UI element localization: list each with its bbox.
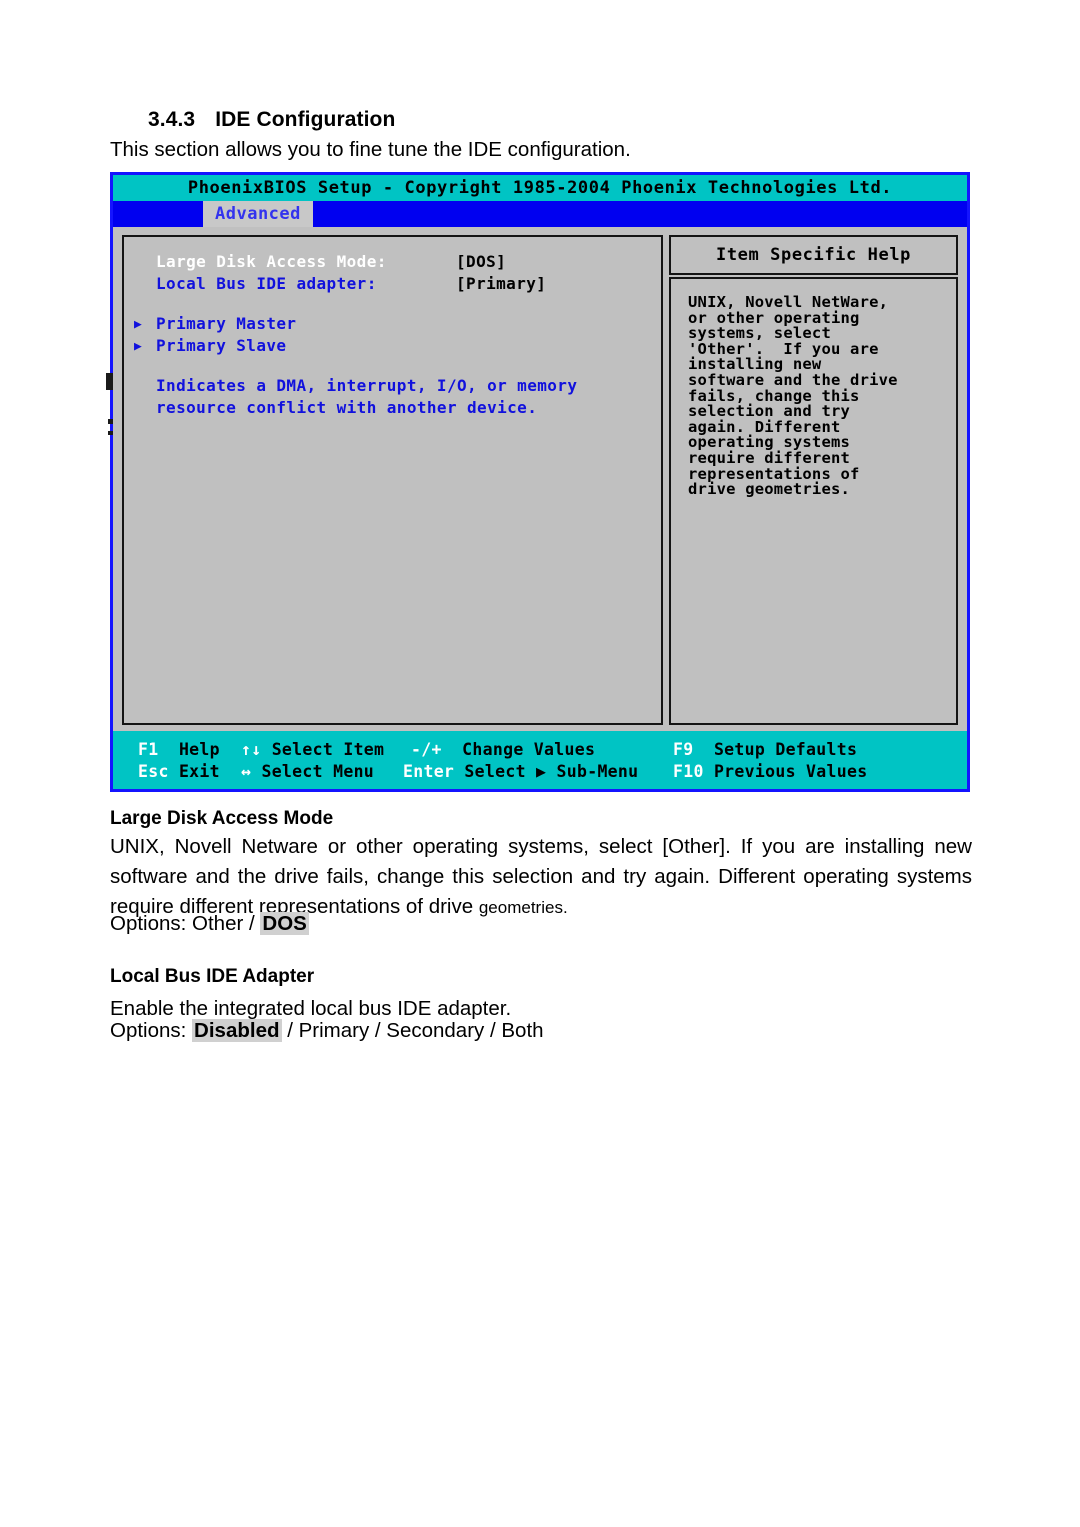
heading-number: 3.4.3 xyxy=(148,108,196,131)
settings-list: Large Disk Access Mode: [DOS] Local Bus I… xyxy=(134,252,655,420)
conflict-note-line-1: Indicates a DMA, interrupt, I/O, or memo… xyxy=(156,376,578,395)
help-panel-body: UNIX, Novell NetWare, or other operating… xyxy=(669,277,958,725)
conflict-note-line-2: resource conflict with another device. xyxy=(156,398,538,417)
intro-paragraph: This section allows you to fine tune the… xyxy=(110,138,631,161)
options-label: Options: Other / xyxy=(110,912,261,935)
triangle-right-icon: ▶ xyxy=(134,317,143,332)
item-specific-help-panel: Item Specific Help UNIX, Novell NetWare,… xyxy=(669,235,958,725)
tab-advanced[interactable]: Advanced xyxy=(203,201,313,227)
options-default-value: DOS xyxy=(260,912,309,935)
scan-artifact xyxy=(108,419,113,424)
section-title-large-disk-access-mode: Large Disk Access Mode xyxy=(110,808,334,829)
submenu-item-primary-master[interactable]: ▶ Primary Master xyxy=(134,314,655,336)
fkey-f9[interactable]: F9 Setup Defaults xyxy=(673,740,857,759)
section-body-text-small: geometries. xyxy=(478,898,568,917)
setting-value[interactable]: [Primary] xyxy=(456,274,546,293)
heading-text: IDE Configuration xyxy=(215,108,396,131)
fkey-f1[interactable]: F1 Help xyxy=(138,740,220,759)
section-body-large-disk-access-mode: UNIX, Novell Netware or other operating … xyxy=(110,832,972,923)
options-line-large-disk-access-mode: Options: Other / DOS xyxy=(110,912,309,936)
function-key-row-1: F1 Help ↑↓ Select Item -/+ Change Values… xyxy=(113,740,967,761)
settings-panel: Large Disk Access Mode: [DOS] Local Bus I… xyxy=(122,235,663,725)
triangle-right-icon: ▶ xyxy=(134,339,143,354)
options-label: Options: xyxy=(110,1019,193,1042)
fkey-enter-submenu[interactable]: Enter Select ▶ Sub-Menu xyxy=(403,762,638,781)
fkey-select-menu[interactable]: ↔ Select Menu xyxy=(241,762,374,781)
help-panel-title: Item Specific Help xyxy=(669,235,958,275)
setting-row-large-disk-access-mode[interactable]: Large Disk Access Mode: [DOS] xyxy=(156,252,655,274)
setting-row-local-bus-ide-adapter[interactable]: Local Bus IDE adapter: [Primary] xyxy=(156,274,655,296)
fkey-f10[interactable]: F10 Previous Values xyxy=(673,762,867,781)
scan-artifact xyxy=(106,373,113,390)
document-page: 3.4.3 IDE Configuration This section allo… xyxy=(0,0,1080,1527)
fkey-esc[interactable]: Esc Exit xyxy=(138,762,220,781)
options-line-local-bus-ide-adapter: Options: Disabled / Primary / Secondary … xyxy=(110,1019,544,1043)
fkey-select-item[interactable]: ↑↓ Select Item xyxy=(241,740,384,759)
bios-menu-bar: Advanced xyxy=(113,201,967,227)
scan-artifact xyxy=(108,431,113,435)
setting-label: Local Bus IDE adapter: xyxy=(156,274,377,293)
options-rest: / Primary / Secondary / Both xyxy=(281,1019,544,1042)
submenu-item-primary-slave[interactable]: ▶ Primary Slave xyxy=(134,336,655,358)
page-title: 3.4.3 IDE Configuration xyxy=(148,108,395,132)
bios-function-key-bar: F1 Help ↑↓ Select Item -/+ Change Values… xyxy=(113,731,967,789)
setting-label: Large Disk Access Mode: xyxy=(156,252,387,271)
section-body-local-bus-ide-adapter: Enable the integrated local bus IDE adap… xyxy=(110,997,512,1020)
options-default-value: Disabled xyxy=(192,1019,282,1042)
function-key-row-2: Esc Exit ↔ Select Menu Enter Select ▶ Su… xyxy=(113,762,967,783)
bios-title-bar: PhoenixBIOS Setup - Copyright 1985-2004 … xyxy=(113,175,967,201)
help-line: drive geometries. xyxy=(688,480,851,499)
submenu-label: Primary Slave xyxy=(156,336,287,355)
fkey-change-values[interactable]: -/+ Change Values xyxy=(411,740,595,759)
submenu-label: Primary Master xyxy=(156,314,297,333)
bios-setup-window: PhoenixBIOS Setup - Copyright 1985-2004 … xyxy=(106,172,970,792)
setting-value[interactable]: [DOS] xyxy=(456,252,506,271)
bios-content-area: Large Disk Access Mode: [DOS] Local Bus I… xyxy=(113,227,967,731)
section-title-local-bus-ide-adapter: Local Bus IDE Adapter xyxy=(110,966,315,987)
